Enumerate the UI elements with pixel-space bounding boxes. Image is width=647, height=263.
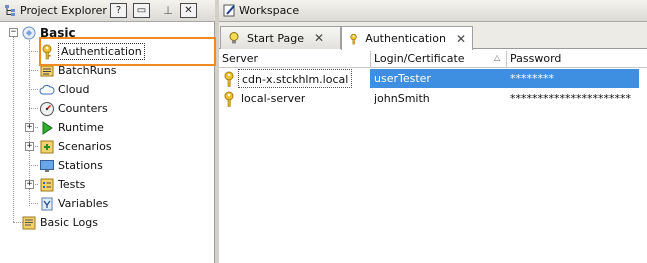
grid-header: Server Login/Certificate △ Password [219, 50, 647, 68]
tests-expand-toggle[interactable]: + [25, 180, 34, 189]
tree-item-runtime[interactable]: Runtime [39, 118, 104, 137]
tab-authentication[interactable]: Authentication ✕ [341, 26, 473, 50]
key-icon [224, 71, 234, 87]
workspace-title: Workspace [239, 4, 300, 17]
highlight-outline [39, 37, 216, 66]
lightbulb-icon [229, 32, 239, 44]
tab-label: Start Page [247, 31, 304, 45]
column-header-server[interactable]: Server [222, 52, 258, 65]
tree-item-basic-logs[interactable]: Basic Logs [21, 213, 98, 232]
sort-ascending-icon: △ [494, 53, 501, 62]
tree-item-label: Cloud [58, 83, 90, 96]
runtime-expand-toggle[interactable]: + [25, 123, 34, 132]
cell-password[interactable]: ********************** [510, 89, 631, 108]
tree-item-label: Tests [58, 178, 86, 191]
workspace-panel: Workspace Start Page ✕ Authentication ✕ … [219, 0, 647, 263]
monitor-icon [40, 159, 54, 172]
pin-icon[interactable]: ⊥ [161, 3, 175, 18]
tab-start-page[interactable]: Start Page ✕ [220, 26, 341, 49]
cell-server[interactable]: cdn-x.stckhlm.local [238, 69, 353, 88]
tree-item-scenarios[interactable]: Scenarios [39, 137, 112, 156]
tree-item-label: Stations [58, 159, 103, 172]
tree-item-variables[interactable]: Variables [39, 194, 108, 213]
cell-login[interactable]: johnSmith [374, 89, 430, 108]
project-icon [22, 26, 36, 39]
project-explorer-header: Project Explorer ? ▭ ⊥ ✕ [0, 0, 215, 22]
project-explorer-title: Project Explorer [20, 4, 107, 17]
close-icon[interactable]: ✕ [456, 32, 466, 46]
key-icon [224, 91, 234, 107]
tree-item-stations[interactable]: Stations [39, 156, 103, 175]
cell-login[interactable]: userTester [374, 69, 431, 88]
column-header-login[interactable]: Login/Certificate [374, 52, 465, 65]
table-row[interactable]: local-server johnSmith *****************… [219, 89, 647, 108]
cell-server[interactable]: local-server [241, 89, 305, 108]
column-header-password[interactable]: Password [510, 52, 561, 65]
cell-password[interactable]: ******** [510, 69, 554, 88]
close-button[interactable]: ✕ [180, 3, 197, 18]
tree-item-label: Scenarios [58, 140, 112, 153]
minimize-button[interactable]: ▭ [133, 3, 150, 18]
tree-item-label: Variables [58, 197, 109, 210]
basic-collapse-toggle[interactable]: − [9, 28, 18, 37]
variables-icon [41, 197, 53, 210]
help-button[interactable]: ? [110, 3, 127, 18]
tree-item-tests[interactable]: Tests [39, 175, 85, 194]
edit-icon [223, 4, 235, 17]
workspace-header: Workspace [219, 0, 647, 22]
tree-item-label: Runtime [58, 121, 104, 134]
tree-item-label: Basic Logs [40, 216, 98, 229]
key-icon [350, 33, 357, 44]
logs-icon [22, 216, 36, 229]
table-row[interactable]: cdn-x.stckhlm.local userTester ******** [219, 69, 647, 88]
project-explorer-panel: Project Explorer ? ▭ ⊥ ✕ − Basic Authent… [0, 0, 216, 263]
gauge-icon [40, 101, 54, 116]
scenarios-expand-toggle[interactable]: + [25, 142, 34, 151]
tab-label: Authentication [365, 32, 446, 45]
tree-item-label: Counters [58, 102, 108, 115]
workspace-tabs: Start Page ✕ Authentication ✕ [219, 22, 647, 50]
play-icon [42, 120, 53, 135]
cloud-icon [39, 84, 55, 94]
close-icon[interactable]: ✕ [314, 31, 324, 45]
tests-icon [40, 178, 54, 191]
tree-item-cloud[interactable]: Cloud [39, 80, 89, 99]
scenario-icon [40, 140, 54, 153]
folder-tree-icon [5, 5, 15, 16]
tree-item-counters[interactable]: Counters [39, 99, 108, 118]
